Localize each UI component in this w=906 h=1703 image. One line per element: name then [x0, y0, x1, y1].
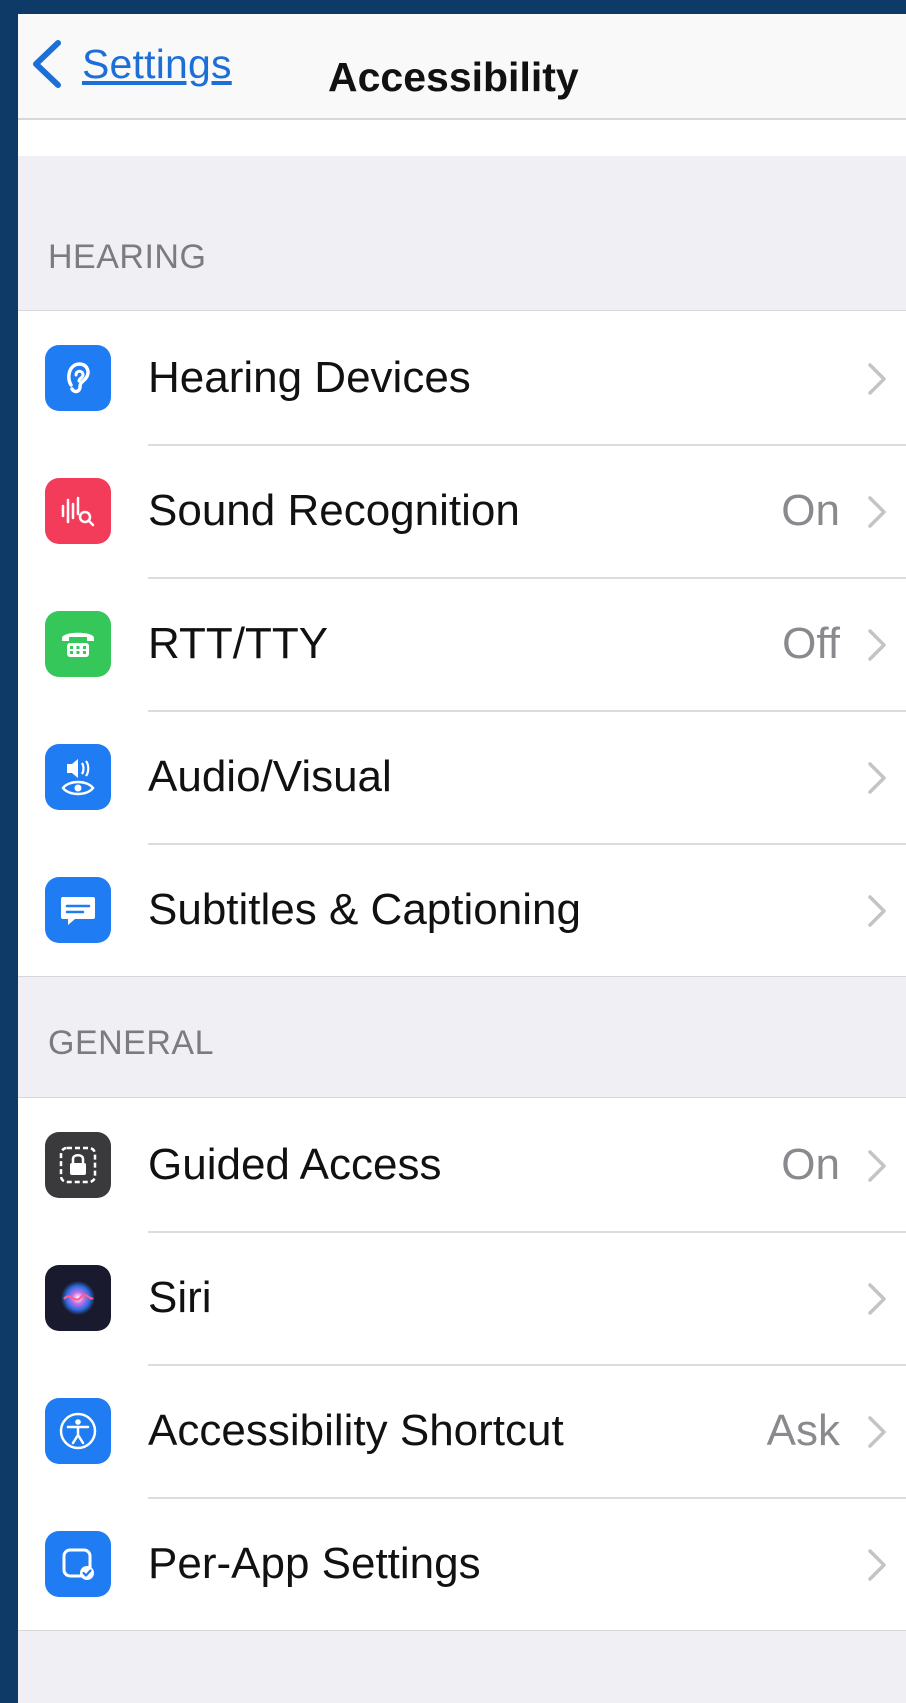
navigation-bar: Settings Accessibility — [18, 14, 906, 120]
chevron-right-icon — [868, 363, 886, 395]
page-title: Accessibility — [328, 54, 579, 100]
app-settings-icon — [45, 1531, 111, 1597]
settings-screen: Settings Accessibility HEARING Hearing D… — [18, 14, 906, 1703]
chevron-right-icon — [868, 1150, 886, 1182]
row-value: Ask — [766, 1405, 840, 1455]
row-accessibility-shortcut[interactable]: Accessibility Shortcut Ask — [18, 1364, 906, 1497]
chevron-right-icon — [868, 895, 886, 927]
row-per-app-settings[interactable]: Per-App Settings — [18, 1497, 906, 1630]
row-guided-access[interactable]: Guided Access On — [18, 1098, 906, 1231]
row-label: Subtitles & Captioning — [148, 884, 581, 934]
row-label: Hearing Devices — [148, 352, 471, 402]
row-value: Off — [782, 618, 840, 668]
row-value: On — [781, 1139, 840, 1189]
row-subtitles-captioning[interactable]: Subtitles & Captioning — [18, 843, 906, 976]
caption-bubble-icon — [45, 877, 111, 943]
row-label: Sound Recognition — [148, 485, 520, 535]
row-label: Guided Access — [148, 1139, 442, 1189]
section-header-hearing: HEARING — [48, 238, 207, 276]
section-header-general: GENERAL — [48, 1024, 214, 1062]
row-label: Siri — [148, 1272, 212, 1322]
row-siri[interactable]: Siri — [18, 1231, 906, 1364]
row-label: RTT/TTY — [148, 618, 329, 668]
accessibility-icon — [45, 1398, 111, 1464]
hearing-group: Hearing Devices Sound Recognition On RTT… — [18, 310, 906, 977]
chevron-right-icon — [868, 1416, 886, 1448]
general-group: Guided Access On Siri Accessibility Shor… — [18, 1097, 906, 1631]
chevron-right-icon — [868, 762, 886, 794]
chevron-right-icon — [868, 1283, 886, 1315]
chevron-left-icon — [33, 40, 61, 88]
lock-frame-icon — [45, 1132, 111, 1198]
speaker-eye-icon — [45, 744, 111, 810]
row-rtt-tty[interactable]: RTT/TTY Off — [18, 577, 906, 710]
waveform-search-icon — [45, 478, 111, 544]
scroll-edge — [18, 120, 906, 156]
row-label: Per-App Settings — [148, 1538, 481, 1588]
ear-icon — [45, 345, 111, 411]
siri-icon — [45, 1265, 111, 1331]
back-button[interactable]: Settings — [30, 36, 232, 92]
row-value: On — [781, 485, 840, 535]
row-audio-visual[interactable]: Audio/Visual — [18, 710, 906, 843]
back-label[interactable]: Settings — [82, 41, 232, 88]
row-hearing-devices[interactable]: Hearing Devices — [18, 311, 906, 444]
chevron-right-icon — [868, 629, 886, 661]
row-label: Audio/Visual — [148, 751, 392, 801]
tty-phone-icon — [45, 611, 111, 677]
chevron-right-icon — [868, 496, 886, 528]
chevron-right-icon — [868, 1549, 886, 1581]
row-sound-recognition[interactable]: Sound Recognition On — [18, 444, 906, 577]
row-label: Accessibility Shortcut — [148, 1405, 564, 1455]
